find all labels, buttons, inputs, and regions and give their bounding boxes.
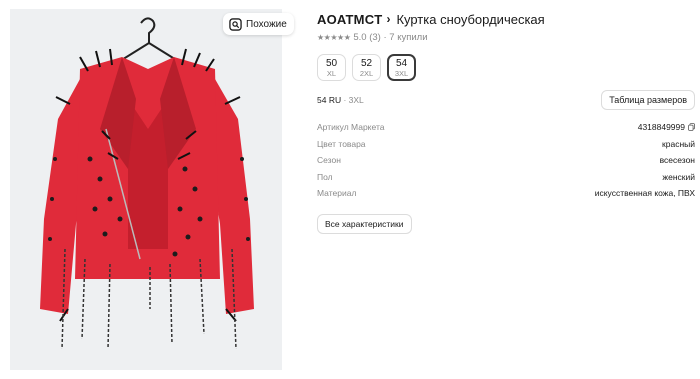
size-option-54[interactable]: 54 3XL — [387, 54, 416, 81]
size-label: 3XL — [394, 68, 409, 78]
rating-row[interactable]: ★★★★★ 5.0 (3) · 7 купили — [317, 31, 695, 43]
rating-stars-icon: ★★★★★ — [317, 32, 351, 42]
spec-value: красный — [662, 138, 695, 149]
spec-row-material: Материал искусственная кожа, ПВХ — [317, 188, 695, 205]
spec-value: женский — [662, 171, 695, 182]
spec-key: Материал — [317, 188, 357, 198]
spec-key: Цвет товара — [317, 138, 366, 149]
similar-label: Похожие — [246, 18, 287, 30]
similar-button[interactable]: Похожие — [223, 13, 294, 35]
rating-value: 5.0 — [353, 31, 367, 43]
selected-size-ru: 54 RU — [317, 95, 342, 105]
size-value: 54 — [395, 57, 408, 69]
purchase-count: · 7 купили — [383, 31, 428, 43]
copy-icon[interactable] — [688, 123, 695, 131]
selected-size: 54 RU · 3XL — [317, 95, 364, 105]
review-count: (3) — [369, 31, 381, 43]
product-image[interactable] — [10, 9, 282, 370]
selected-size-intl: · 3XL — [343, 95, 364, 105]
spec-key: Артикул Маркета — [317, 122, 385, 132]
article-number: 4318849999 — [637, 122, 685, 132]
spec-row-color: Цвет товара красный — [317, 139, 695, 156]
size-option-50[interactable]: 50 XL — [317, 54, 346, 81]
size-table-button[interactable]: Таблица размеров — [601, 90, 695, 110]
similar-icon — [229, 17, 242, 31]
size-option-52[interactable]: 52 2XL — [352, 54, 381, 81]
all-specs-button[interactable]: Все характеристики — [317, 213, 412, 234]
spec-key: Сезон — [317, 155, 341, 165]
brand-link[interactable]: AOATMCT — [317, 12, 382, 27]
specs-list: Артикул Маркета 4318849999 Цвет товара к… — [317, 122, 695, 205]
product-info: AOATMCT › Куртка сноубордическая ★★★★★ 5… — [317, 10, 695, 234]
product-title: Куртка сноубордическая — [396, 11, 545, 27]
size-label: XL — [326, 68, 337, 78]
spec-value: 4318849999 — [638, 122, 695, 132]
size-label: 2XL — [359, 68, 374, 78]
jacket-illustration — [40, 17, 254, 350]
spec-row-article: Артикул Маркета 4318849999 — [317, 122, 695, 139]
spec-row-season: Сезон всесезон — [317, 155, 695, 172]
chevron-right-icon[interactable]: › — [386, 12, 390, 26]
spec-value: всесезон — [659, 155, 695, 165]
size-value: 52 — [360, 57, 373, 69]
spec-value: искусственная кожа, ПВХ — [594, 188, 695, 198]
spec-row-gender: Пол женский — [317, 172, 695, 189]
size-value: 50 — [325, 57, 338, 69]
size-selector: 50 XL 52 2XL 54 3XL — [317, 54, 695, 81]
title-row: AOATMCT › Куртка сноубордическая — [317, 10, 695, 28]
size-info-row: 54 RU · 3XL Таблица размеров — [317, 90, 695, 110]
spec-key: Пол — [317, 171, 333, 182]
